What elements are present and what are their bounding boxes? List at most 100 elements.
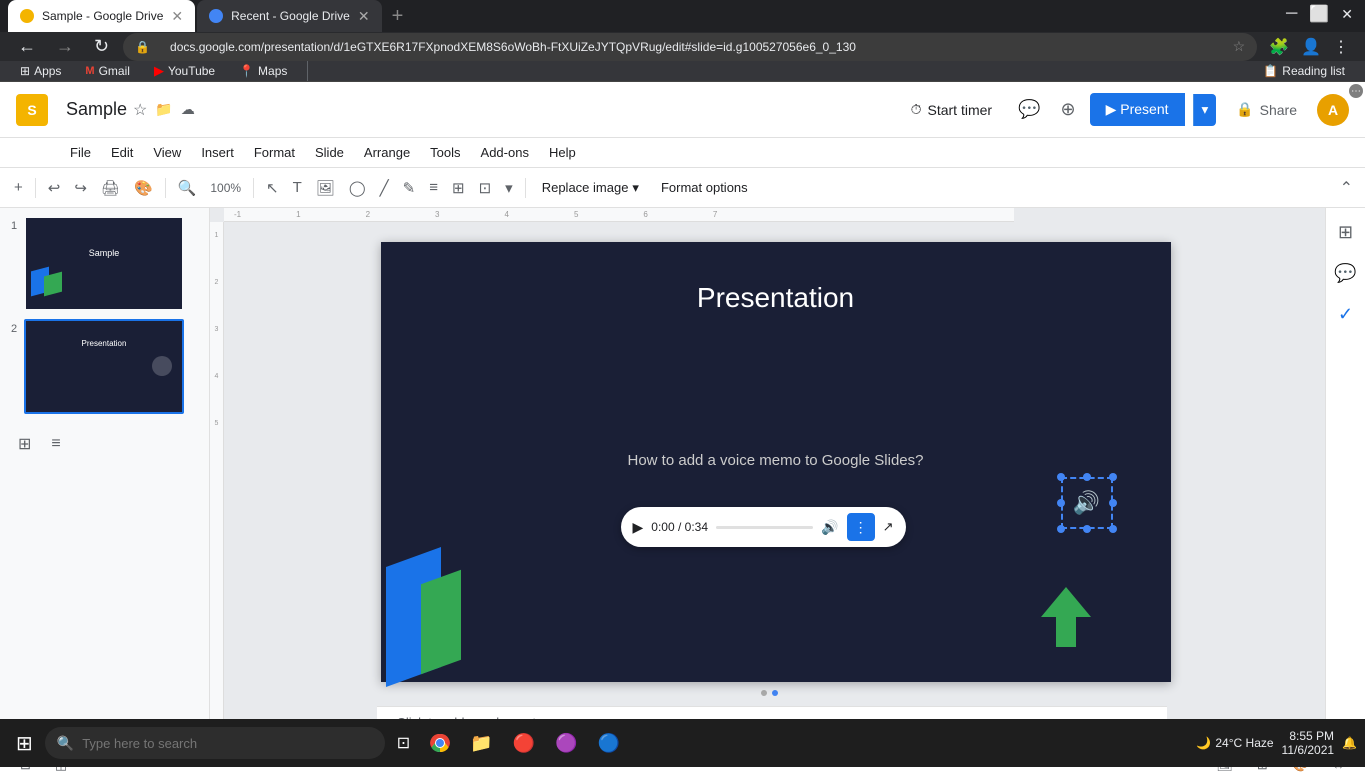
menu-format[interactable]: Format	[244, 141, 305, 164]
present-dropdown-button[interactable]: ▾	[1193, 94, 1217, 126]
add-button[interactable]: +	[8, 174, 29, 202]
taskbar-search-input[interactable]	[82, 736, 362, 751]
star-doc-button[interactable]: ☆	[131, 98, 149, 122]
browser-tab-2[interactable]: Recent - Google Drive ✕	[197, 0, 381, 32]
present-button[interactable]: ▶ Present	[1090, 93, 1185, 126]
handle-bc[interactable]	[1083, 525, 1091, 533]
menu-arrange[interactable]: Arrange	[354, 141, 420, 164]
comments-panel-button[interactable]: 💬	[1328, 257, 1362, 290]
audio-player[interactable]: ▶ 0:00 / 0:34 🔊 ⋮ ↗	[621, 507, 906, 547]
paragraph-align[interactable]: ≡	[423, 174, 444, 202]
minimize-button[interactable]: ─	[1282, 1, 1301, 27]
slide-image-2[interactable]: Presentation	[24, 319, 184, 414]
chat-panel-button[interactable]: ✓	[1332, 298, 1359, 331]
handle-br[interactable]	[1109, 525, 1117, 533]
bookmark-apps[interactable]: ⊞ Apps	[12, 62, 69, 80]
crop-more-button[interactable]: ▾	[499, 174, 519, 202]
slide-image-1[interactable]: Sample	[24, 216, 184, 311]
notification-button[interactable]: 🔔	[1342, 736, 1357, 750]
new-tab-button[interactable]: +	[384, 1, 412, 32]
taskbar-app4[interactable]: 🟣	[547, 727, 585, 760]
menu-slide[interactable]: Slide	[305, 141, 354, 164]
audio-volume-button[interactable]: 🔊	[821, 519, 838, 536]
slide-thumb-1[interactable]: 1 Sample	[4, 216, 205, 311]
handle-lc[interactable]	[1057, 499, 1065, 507]
toolbar-sep-4	[525, 178, 526, 198]
paint-format-button[interactable]: 🎨	[128, 174, 159, 202]
audio-more-button[interactable]: ⋮	[847, 513, 875, 541]
close-tab-1[interactable]: ✕	[171, 8, 183, 25]
bookmark-maps[interactable]: 📍 Maps	[231, 62, 295, 80]
toolbar-collapse-button[interactable]: ⌃	[1336, 174, 1357, 202]
format-options-button[interactable]: Format options	[651, 176, 758, 199]
more-options-icon[interactable]: ⋮	[1329, 33, 1353, 61]
handle-rc[interactable]	[1109, 499, 1117, 507]
redo-button[interactable]: ↪	[68, 174, 93, 202]
reading-list-button[interactable]: 📋 Reading list	[1255, 62, 1353, 80]
start-button[interactable]: ⊞	[8, 723, 41, 764]
profile-icon[interactable]: 👤	[1297, 33, 1325, 61]
audio-play-button[interactable]: ▶	[633, 519, 644, 536]
user-avatar[interactable]: A	[1317, 94, 1349, 126]
line-tool[interactable]: ╱	[374, 174, 395, 202]
cloud-save-button[interactable]: ☁	[179, 99, 197, 120]
shape-tool[interactable]: ◯	[343, 174, 372, 202]
star-icon[interactable]: ☆	[1233, 38, 1246, 55]
maximize-button[interactable]: ⬜	[1305, 0, 1333, 28]
handle-tc[interactable]	[1083, 473, 1091, 481]
menu-edit[interactable]: Edit	[101, 141, 143, 164]
zoom-out-button[interactable]: 🔍	[172, 174, 203, 202]
image-tool[interactable]: 🖼	[310, 174, 341, 202]
slide-thumb-2[interactable]: 2 Presentation ⋯	[4, 319, 205, 414]
close-tab-2[interactable]: ✕	[358, 8, 370, 25]
menu-tools[interactable]: Tools	[420, 141, 470, 164]
explore-panel-button[interactable]: ⊞	[1332, 216, 1359, 249]
move-to-folder-button[interactable]: 📁	[153, 99, 174, 120]
text-tool[interactable]: T	[287, 174, 308, 202]
back-button[interactable]: ←	[12, 32, 42, 61]
start-timer-button[interactable]: ⏱ Start timer	[899, 95, 1005, 124]
audio-progress-bar[interactable]	[716, 526, 813, 529]
audio-external-button[interactable]: ↗	[883, 519, 894, 535]
layout-button[interactable]: ⊞	[446, 174, 471, 202]
browser-tab-1[interactable]: Sample - Google Drive ✕	[8, 0, 195, 32]
taskbar-chrome[interactable]	[422, 727, 458, 759]
menu-view[interactable]: View	[143, 141, 191, 164]
zoom-level-button[interactable]: 100%	[204, 174, 247, 202]
taskbar-task-view[interactable]: ⊡	[389, 727, 418, 759]
weather-icon: 🌙	[1196, 736, 1211, 750]
apps-icon: ⊞	[20, 64, 30, 78]
tab-title-2: Recent - Google Drive	[231, 9, 350, 23]
pen-tool[interactable]: ✎	[397, 174, 422, 202]
handle-bl[interactable]	[1057, 525, 1065, 533]
select-tool[interactable]: ↖	[260, 174, 285, 202]
replace-image-button[interactable]: Replace image ▾	[532, 176, 649, 200]
menu-addons[interactable]: Add-ons	[471, 141, 539, 164]
address-bar[interactable]	[158, 34, 1225, 60]
bookmark-gmail[interactable]: M Gmail	[77, 62, 138, 80]
crop-button[interactable]: ⊡	[473, 174, 498, 202]
forward-button[interactable]: →	[50, 32, 80, 61]
handle-tr[interactable]	[1109, 473, 1117, 481]
menu-file[interactable]: File	[60, 141, 101, 164]
share-button[interactable]: 🔒 Share	[1224, 95, 1309, 124]
comments-button[interactable]: 💬	[1012, 96, 1046, 124]
close-window-button[interactable]: ✕	[1337, 2, 1357, 27]
handle-tl[interactable]	[1057, 473, 1065, 481]
grid-view-button[interactable]: ⊞	[12, 430, 37, 458]
audio-element-container[interactable]: 🔊	[1061, 477, 1113, 529]
print-button[interactable]: 🖨	[95, 174, 126, 202]
list-view-button[interactable]: ≡	[45, 430, 66, 458]
undo-button[interactable]: ↩	[42, 174, 67, 202]
taskbar-search-box[interactable]: 🔍	[45, 727, 385, 759]
bookmark-youtube[interactable]: ▶ YouTube	[146, 61, 223, 81]
reload-button[interactable]: ↻	[88, 32, 115, 61]
more-actions-button[interactable]: ⊕	[1054, 96, 1081, 124]
taskbar-explorer[interactable]: 📁	[462, 727, 500, 760]
taskbar-app5[interactable]: 🔵	[589, 727, 627, 760]
extensions-icon[interactable]: 🧩	[1265, 33, 1293, 61]
taskbar-app3[interactable]: 🔴	[505, 727, 543, 760]
menu-insert[interactable]: Insert	[191, 141, 244, 164]
taskbar-clock: 8:55 PM 11/6/2021	[1282, 729, 1335, 757]
menu-help[interactable]: Help	[539, 141, 586, 164]
